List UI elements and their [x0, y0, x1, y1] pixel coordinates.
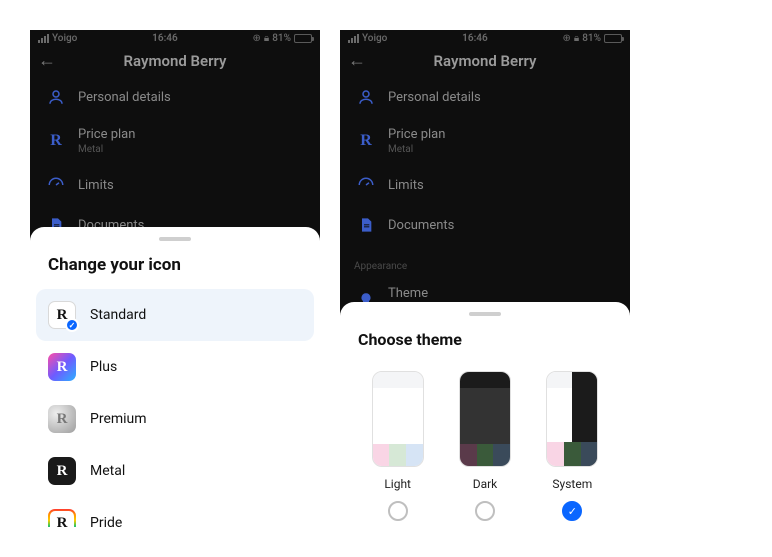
theme-label: Dark [473, 477, 498, 491]
status-bar: Yoigo 16:46 ⊕ 🔒︎ 81% [30, 30, 320, 44]
menu-label: Price plan [78, 127, 135, 142]
menu-documents[interactable]: Documents [340, 205, 630, 245]
battery-pct: 81% [272, 33, 291, 44]
menu-limits[interactable]: Limits [30, 165, 320, 205]
battery-icon [294, 34, 312, 43]
menu-sublabel: Metal [78, 144, 135, 155]
section-appearance: Appearance [340, 245, 630, 276]
signal-icon [38, 34, 49, 43]
document-icon [356, 215, 376, 235]
icon-option-standard[interactable]: R ✓ Standard [36, 289, 314, 341]
menu-sublabel: Metal [388, 144, 445, 155]
signal-icon [348, 34, 359, 43]
theme-preview-system [546, 371, 598, 467]
gauge-icon [46, 175, 66, 195]
lock-icon: 🔒︎ [264, 33, 269, 44]
icon-option-metal[interactable]: R Metal [30, 445, 320, 497]
theme-label: System [552, 477, 592, 491]
app-icon-plus: R [48, 353, 76, 381]
theme-option-light[interactable]: Light [372, 371, 424, 521]
r-logo-icon: R [356, 131, 376, 151]
person-icon [356, 87, 376, 107]
option-label: Pride [90, 515, 122, 527]
menu-label: Theme [388, 286, 428, 301]
carrier-label: Yoigo [52, 33, 77, 44]
theme-sheet: Choose theme Light Dark [340, 302, 630, 527]
battery-pct: 81% [582, 33, 601, 44]
icon-sheet: Change your icon R ✓ Standard R Plus R P… [30, 227, 320, 527]
menu-limits[interactable]: Limits [340, 165, 630, 205]
clock: 16:46 [462, 33, 488, 44]
lock-icon: 🔒︎ [574, 33, 579, 44]
menu-label: Limits [78, 178, 114, 193]
drag-handle[interactable] [159, 237, 191, 241]
menu-label: Price plan [388, 127, 445, 142]
theme-preview-dark [459, 371, 511, 467]
menu-personal-details[interactable]: Personal details [340, 77, 630, 117]
clock: 16:46 [152, 33, 178, 44]
menu-price-plan[interactable]: R Price plan Metal [340, 117, 630, 165]
theme-label: Light [384, 477, 411, 491]
app-icon-pride: R [48, 509, 76, 527]
icon-option-pride[interactable]: R Pride [30, 497, 320, 527]
battery-icon [604, 34, 622, 43]
carrier-label: Yoigo [362, 33, 387, 44]
alarm-icon: ⊕ [563, 33, 571, 44]
menu-personal-details[interactable]: Personal details [30, 77, 320, 117]
person-icon [46, 87, 66, 107]
option-label: Standard [90, 307, 146, 323]
page-title: Raymond Berry [348, 52, 622, 70]
radio-unchecked[interactable] [475, 501, 495, 521]
alarm-icon: ⊕ [253, 33, 261, 44]
nav-bar: ← Raymond Berry [30, 44, 320, 77]
icon-option-premium[interactable]: R Premium [30, 393, 320, 445]
radio-checked[interactable]: ✓ [562, 501, 582, 521]
sheet-title: Choose theme [340, 330, 630, 363]
icon-option-plus[interactable]: R Plus [30, 341, 320, 393]
sheet-title: Change your icon [30, 255, 320, 289]
app-icon-premium: R [48, 405, 76, 433]
theme-preview-light [372, 371, 424, 467]
check-icon: ✓ [65, 318, 79, 332]
menu-label: Documents [388, 218, 454, 233]
nav-bar: ← Raymond Berry [340, 44, 630, 77]
option-label: Metal [90, 463, 125, 479]
option-label: Plus [90, 359, 117, 375]
theme-option-dark[interactable]: Dark [459, 371, 511, 521]
menu-price-plan[interactable]: R Price plan Metal [30, 117, 320, 165]
phone-left: Yoigo 16:46 ⊕ 🔒︎ 81% ← Raymond Berry Per… [30, 30, 320, 527]
option-label: Premium [90, 411, 147, 427]
menu-label: Personal details [388, 90, 481, 105]
app-icon-metal: R [48, 457, 76, 485]
menu-label: Personal details [78, 90, 171, 105]
app-icon-standard: R ✓ [48, 301, 76, 329]
phone-right: Yoigo 16:46 ⊕ 🔒︎ 81% ← Raymond Berry Per… [340, 30, 630, 527]
dimmed-background: Yoigo 16:46 ⊕ 🔒︎ 81% ← Raymond Berry Per… [340, 30, 630, 340]
page-title: Raymond Berry [38, 52, 312, 70]
drag-handle[interactable] [469, 312, 501, 316]
radio-unchecked[interactable] [388, 501, 408, 521]
menu-label: Limits [388, 178, 424, 193]
r-logo-icon: R [46, 131, 66, 151]
status-bar: Yoigo 16:46 ⊕ 🔒︎ 81% [340, 30, 630, 44]
theme-option-system[interactable]: System ✓ [546, 371, 598, 521]
gauge-icon [356, 175, 376, 195]
